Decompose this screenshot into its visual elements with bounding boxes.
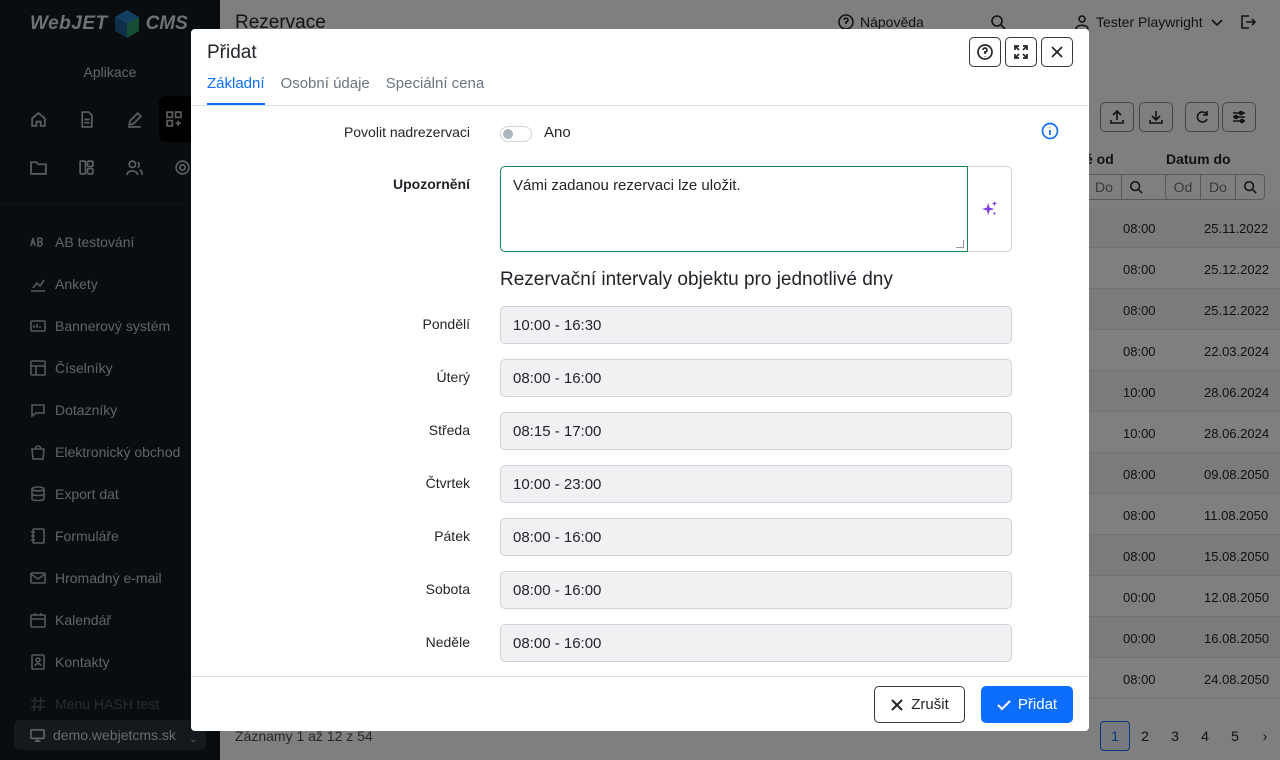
day-label-saturday: Sobota [425,581,470,597]
help-button[interactable] [969,37,1001,67]
tab-personal-data[interactable]: Osobní údaje [281,75,370,105]
overbooking-toggle[interactable] [500,126,532,142]
warning-field: Vámi zadanou rezervaci lze uložit. [500,166,1012,252]
ai-assistant-button[interactable] [967,167,1012,251]
interval-input-friday[interactable]: 08:00 - 16:00 [500,518,1012,556]
cancel-button[interactable]: Zrušit [874,686,965,723]
interval-input-monday[interactable]: 10:00 - 16:30 [500,306,1012,344]
modal-body: Povolit nadrezervaci Ano Upozornění Vámi… [191,106,1089,676]
day-label-thursday: Čtvrtek [425,475,470,491]
close-icon [891,698,903,711]
day-label-sunday: Neděle [425,634,470,650]
interval-input-saturday[interactable]: 08:00 - 16:00 [500,571,1012,609]
close-button[interactable] [1041,37,1073,67]
tab-special-price[interactable]: Speciální cena [386,75,484,105]
warning-textarea[interactable]: Vámi zadanou rezervaci lze uložit. [500,166,968,252]
info-icon[interactable] [1041,122,1059,143]
sparkles-icon [981,200,997,216]
check-icon [997,699,1011,710]
modal-tabs: Základní Osobní údaje Speciální cena [207,75,484,105]
day-label-tuesday: Úterý [436,369,470,385]
day-label-monday: Pondělí [422,316,470,332]
submit-label: Přidat [1017,696,1058,713]
close-icon [1051,46,1063,58]
interval-input-sunday[interactable]: 08:00 - 16:00 [500,624,1012,662]
day-label-friday: Pátek [434,528,470,544]
interval-input-thursday[interactable]: 10:00 - 23:00 [500,465,1012,503]
interval-input-tuesday[interactable]: 08:00 - 16:00 [500,359,1012,397]
warning-label: Upozornění [393,176,470,192]
help-icon [977,44,993,60]
maximize-button[interactable] [1005,37,1037,67]
add-reservation-dialog: Přidat Základní Osobní údaje Speciální c… [191,29,1089,731]
modal-title: Přidat [207,42,257,63]
modal-footer: Zrušit Přidat [191,676,1089,731]
overbooking-toggle-label[interactable]: Ano [544,124,571,141]
overbooking-label: Povolit nadrezervaci [343,124,470,140]
modal-header: Přidat Základní Osobní údaje Speciální c… [191,29,1089,106]
expand-icon [1014,45,1028,59]
intervals-heading: Rezervační intervaly objektu pro jednotl… [500,269,893,290]
resize-handle[interactable] [956,240,964,248]
day-label-wednesday: Středa [428,422,470,438]
cancel-label: Zrušit [911,696,949,713]
submit-button[interactable]: Přidat [981,686,1073,723]
interval-input-wednesday[interactable]: 08:15 - 17:00 [500,412,1012,450]
tab-basic[interactable]: Základní [207,75,265,105]
